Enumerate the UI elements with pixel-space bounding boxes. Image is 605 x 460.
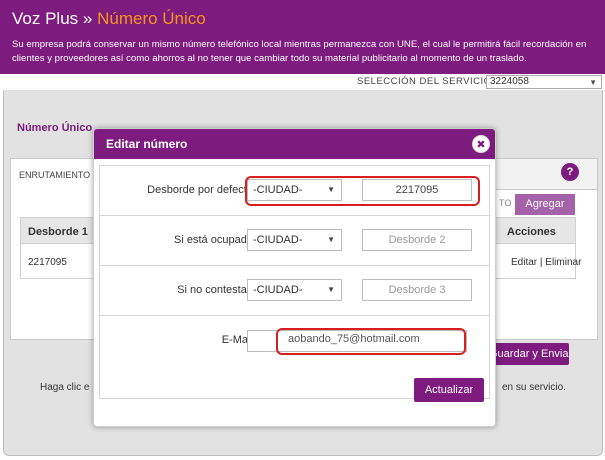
breadcrumb[interactable]: Número Único: [17, 122, 92, 134]
page-header: Voz Plus » Número Único Su empresa podrá…: [0, 0, 605, 74]
highlight-box: [245, 176, 480, 206]
column-header-acciones: Acciones: [507, 226, 556, 238]
no-answer-city-value: -CIUDAD-: [253, 284, 303, 296]
default-overflow-label: Desborde por defecto:: [147, 184, 256, 196]
service-selector-row: SELECCIÓN DEL SERVICIO: 3224058 ▼: [0, 74, 605, 90]
form-row-email: E-Mail: aobando_75@hotmail.com: [100, 316, 489, 368]
table-row-actions: Editar | Eliminar: [511, 257, 581, 268]
no-answer-label: Si no contestan:: [177, 284, 256, 296]
form-row-busy: Si está ocupado: -CIUDAD- ▼ Desborde 2: [100, 216, 489, 266]
edit-link[interactable]: Editar: [511, 257, 537, 268]
background-label-fragment: TO: [499, 198, 512, 208]
hint-text-left: Haga clic e: [40, 382, 90, 393]
page-title: Voz Plus » Número Único: [12, 9, 206, 29]
delete-link[interactable]: Eliminar: [545, 257, 581, 268]
form-row-default: Desborde por defecto: -CIUDAD- ▼ 2217095: [100, 166, 489, 216]
add-button[interactable]: Agregar: [515, 194, 575, 215]
service-select[interactable]: 3224058 ▼: [486, 75, 602, 89]
edit-number-form: Desborde por defecto: -CIUDAD- ▼ 2217095…: [99, 165, 490, 399]
title-separator: »: [82, 9, 93, 28]
close-icon[interactable]: ✖: [472, 135, 490, 153]
brand-name: Voz Plus: [12, 9, 79, 28]
chevron-down-icon: ▼: [327, 235, 335, 244]
chevron-down-icon: ▼: [589, 78, 597, 87]
busy-label: Si está ocupado:: [174, 234, 256, 246]
service-selector-label: SELECCIÓN DEL SERVICIO:: [357, 76, 495, 87]
chevron-down-icon: ▼: [327, 285, 335, 294]
busy-city-value: -CIUDAD-: [253, 234, 303, 246]
busy-phone-input[interactable]: Desborde 2: [362, 229, 472, 251]
highlight-box: [276, 328, 466, 355]
hint-text-right: en su servicio.: [502, 382, 566, 393]
section-name: Número Único: [97, 9, 206, 28]
page-description: Su empresa podrá conservar un mismo núme…: [12, 39, 587, 64]
help-icon[interactable]: ?: [561, 163, 579, 181]
no-answer-city-select[interactable]: -CIUDAD- ▼: [247, 279, 342, 301]
service-select-value: 3224058: [490, 76, 529, 87]
tab-enrutamiento[interactable]: ENRUTAMIENTO: [10, 158, 95, 190]
edit-number-dialog: Editar número ✖ Desborde por defecto: -C…: [93, 128, 496, 427]
update-button[interactable]: Actualizar: [414, 378, 484, 402]
table-cell-value: 2217095: [28, 257, 67, 268]
save-and-send-button[interactable]: Guardar y Enviar: [489, 343, 569, 365]
dialog-header: Editar número ✖: [94, 129, 495, 159]
form-row-no-answer: Si no contestan: -CIUDAD- ▼ Desborde 3: [100, 266, 489, 316]
no-answer-phone-input[interactable]: Desborde 3: [362, 279, 472, 301]
busy-city-select[interactable]: -CIUDAD- ▼: [247, 229, 342, 251]
dialog-title: Editar número: [106, 137, 188, 151]
column-header-desborde: Desborde 1: [28, 226, 88, 238]
